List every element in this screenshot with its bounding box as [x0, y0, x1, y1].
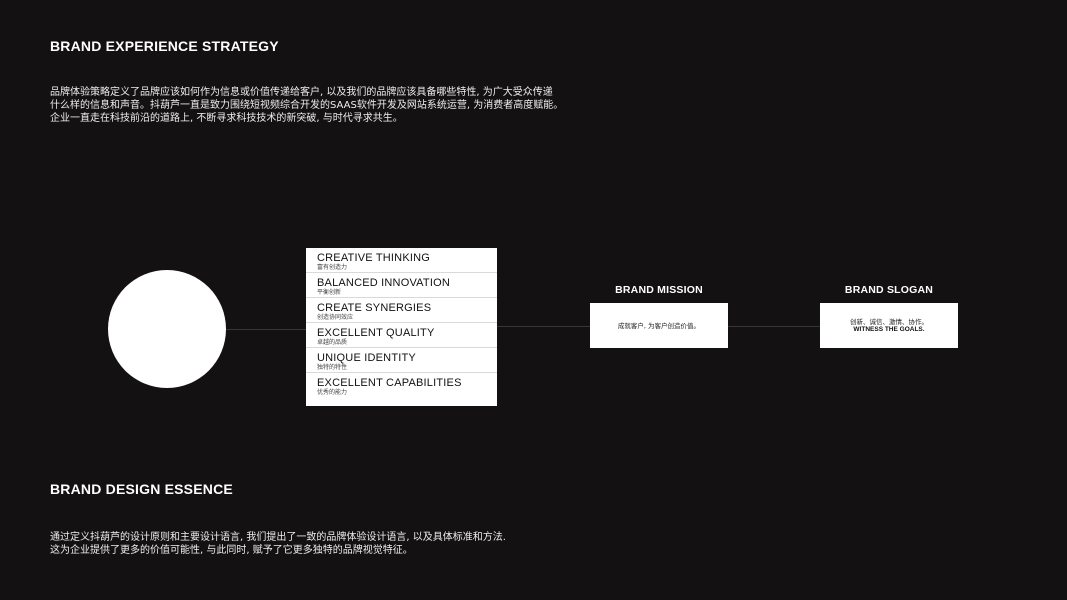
strategy-paragraph: 品牌体验策略定义了品牌应该如何作为信息或价值传递给客户, 以及我们的品牌应该具备…	[50, 86, 610, 125]
brand-values-box: CREATIVE THINKING 富有创造力 BALANCED INNOVAT…	[306, 248, 497, 406]
mission-label: BRAND MISSION	[615, 284, 703, 296]
value-subtitle: 创造协同效应	[317, 314, 354, 321]
connector-line	[226, 329, 306, 330]
value-title: BALANCED INNOVATION	[317, 277, 450, 289]
strategy-title: BRAND EXPERIENCE STRATEGY	[50, 38, 279, 54]
value-title: CREATIVE THINKING	[317, 252, 431, 264]
value-title: EXCELLENT CAPABILITIES	[317, 377, 462, 389]
value-subtitle: 独特的特性	[317, 364, 348, 371]
strategy-line: 什么样的信息和声音。抖葫芦一直是致力围绕短视频综合开发的SAAS软件开发及网站系…	[50, 100, 564, 111]
connector-line	[497, 326, 590, 327]
strategy-line: 品牌体验策略定义了品牌应该如何作为信息或价值传递给客户, 以及我们的品牌应该具备…	[50, 87, 553, 98]
mission-text: 成就客户, 为客户创造价值。	[617, 321, 701, 330]
slogan-line-cn: 创新、诚信、激情、协作。	[850, 317, 928, 326]
value-title: UNIQUE IDENTITY	[317, 352, 416, 364]
value-item: EXCELLENT QUALITY 卓越的品质	[306, 323, 497, 348]
slogan-box: 创新、诚信、激情、协作。 WITNESS THE GOALS.	[820, 303, 958, 348]
essence-line: 这为企业提供了更多的价值可能性, 与此同时, 赋予了它更多独特的品牌视觉特征。	[50, 545, 413, 556]
essence-title: BRAND DESIGN ESSENCE	[50, 481, 233, 497]
mission-box: 成就客户, 为客户创造价值。	[590, 303, 728, 348]
value-title: EXCELLENT QUALITY	[317, 327, 435, 339]
slogan-line-en: WITNESS THE GOALS.	[853, 325, 925, 333]
value-title: CREATE SYNERGIES	[317, 302, 432, 314]
value-subtitle: 平衡创新	[317, 289, 342, 296]
brand-circle	[108, 270, 226, 388]
essence-paragraph: 通过定义抖葫芦的设计原则和主要设计语言, 我们提出了一致的品牌体验设计语言, 以…	[50, 531, 610, 557]
value-subtitle: 优秀的能力	[317, 389, 348, 396]
value-item: EXCELLENT CAPABILITIES 优秀的能力	[306, 373, 497, 398]
value-item: CREATE SYNERGIES 创造协同效应	[306, 298, 497, 323]
value-item: CREATIVE THINKING 富有创造力	[306, 248, 497, 273]
connector-line	[728, 326, 820, 327]
value-subtitle: 富有创造力	[317, 264, 348, 271]
slogan-label: BRAND SLOGAN	[844, 284, 934, 296]
value-subtitle: 卓越的品质	[317, 339, 348, 346]
value-item: UNIQUE IDENTITY 独特的特性	[306, 348, 497, 373]
essence-line: 通过定义抖葫芦的设计原则和主要设计语言, 我们提出了一致的品牌体验设计语言, 以…	[50, 532, 506, 543]
strategy-line: 企业一直走在科技前沿的道路上, 不断寻求科技技术的新突破, 与时代寻求共生。	[50, 113, 403, 124]
value-item: BALANCED INNOVATION 平衡创新	[306, 273, 497, 298]
